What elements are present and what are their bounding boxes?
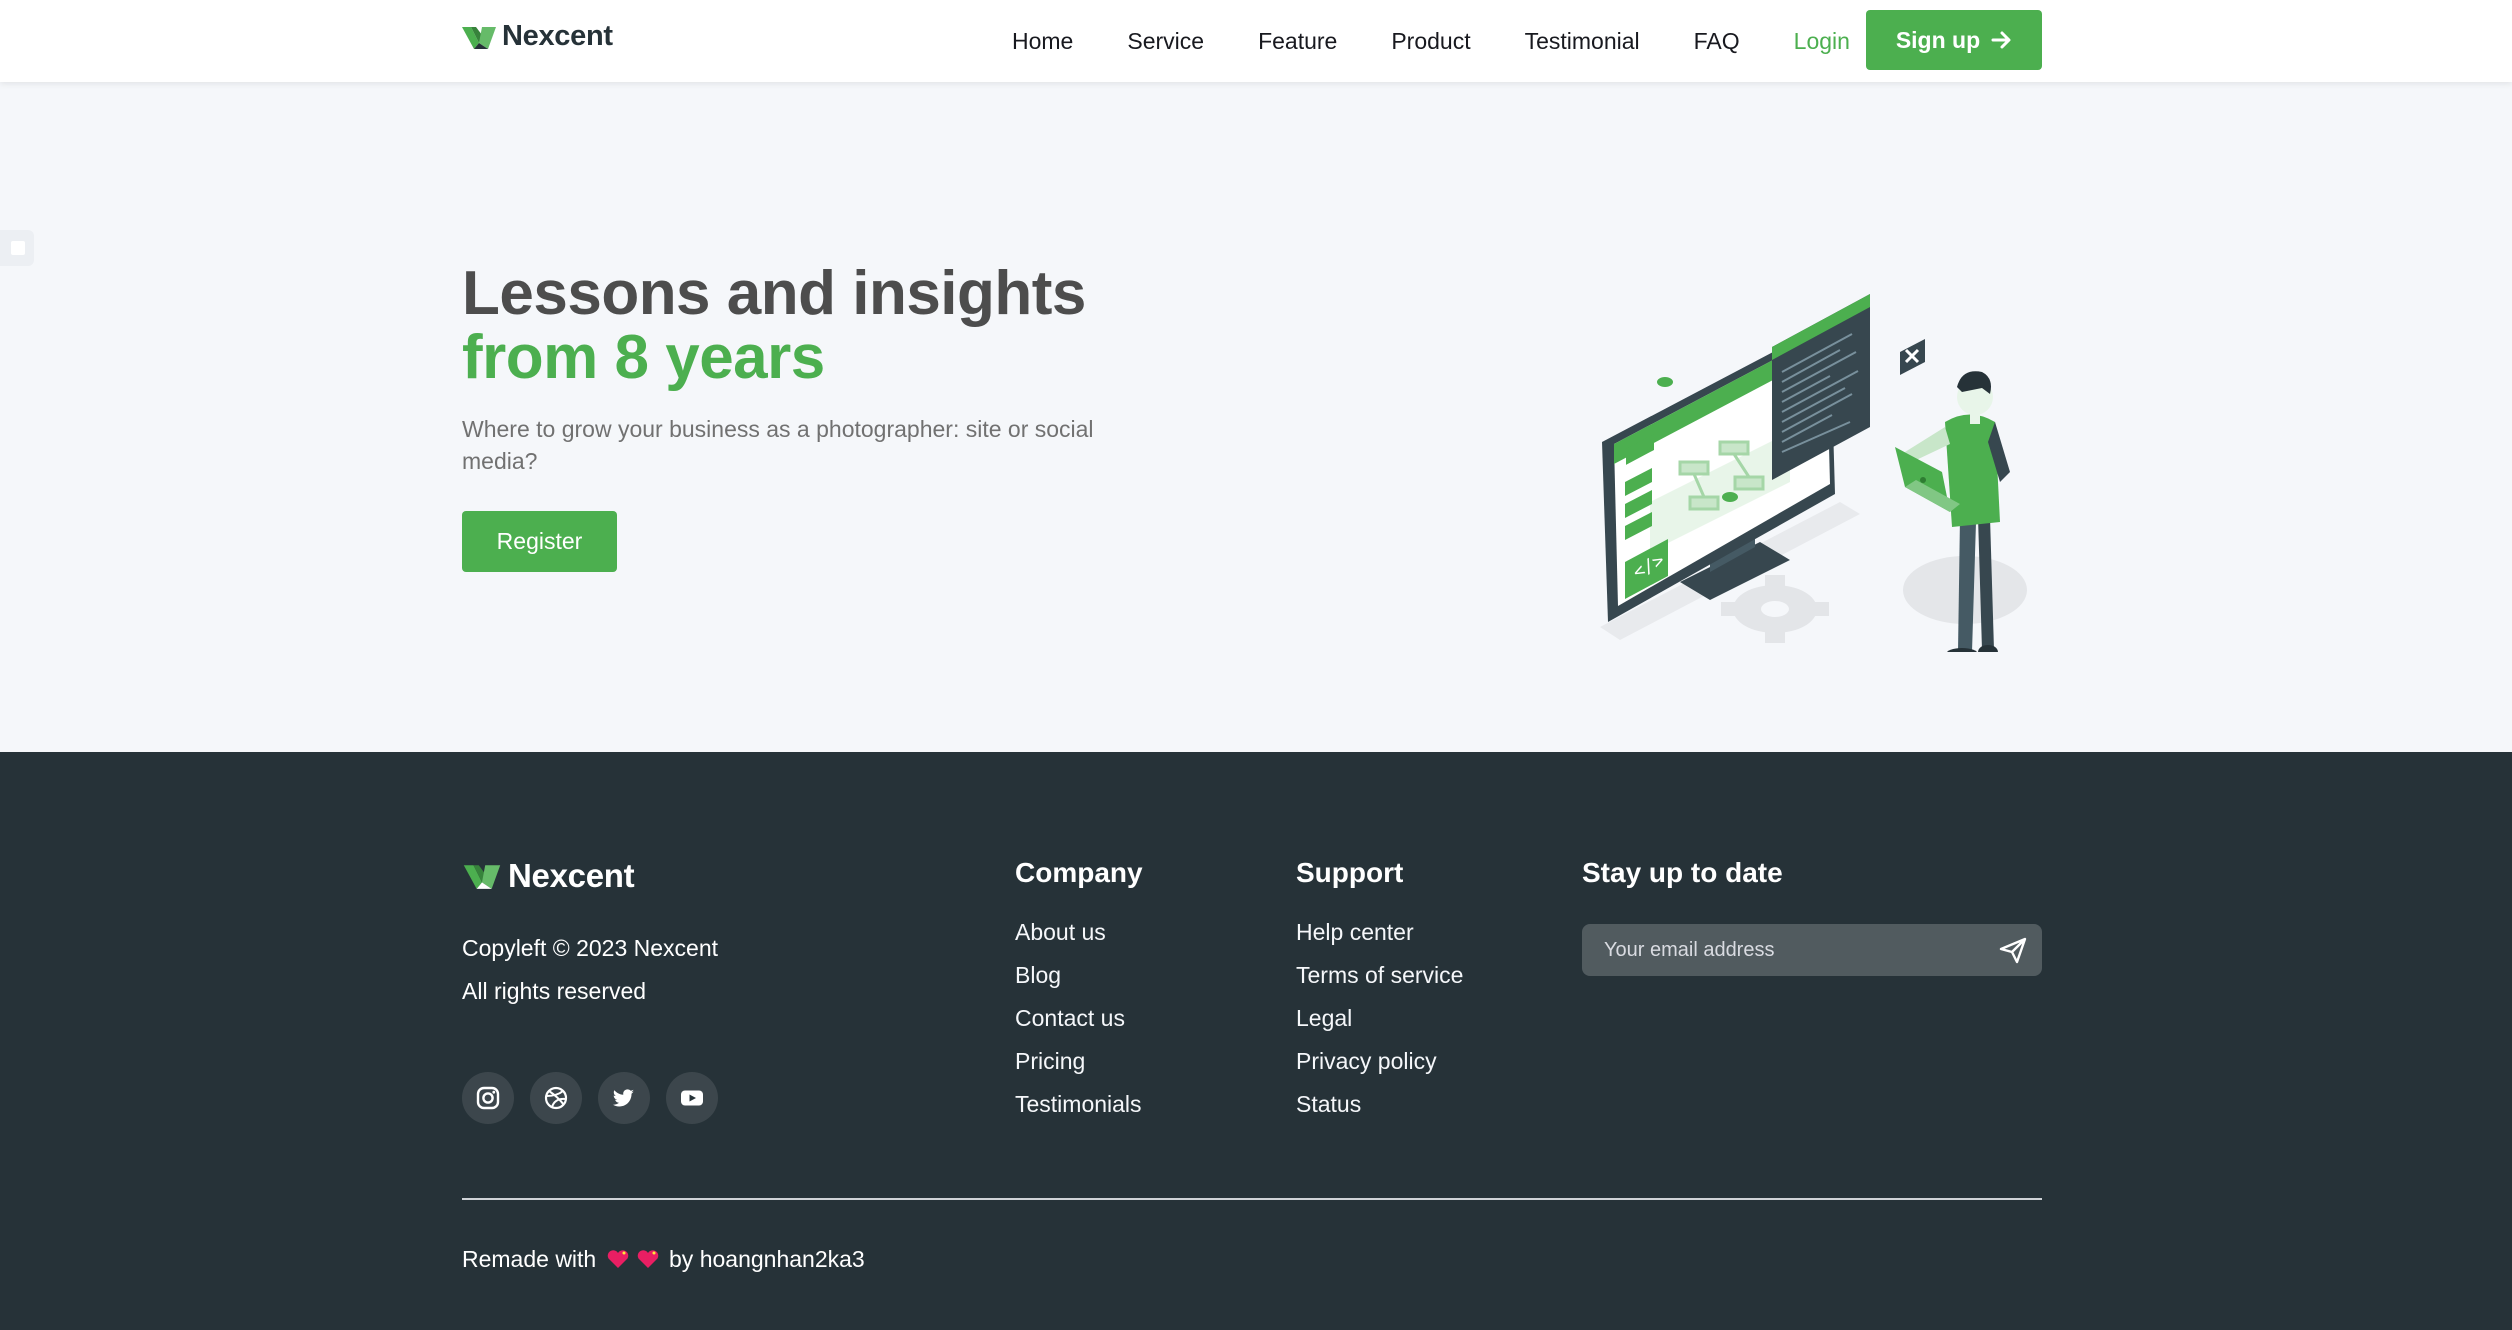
hero-title: Lessons and insights from 8 years xyxy=(462,262,1086,390)
main-nav: Home Service Feature Product Testimonial… xyxy=(993,0,1877,82)
remade-credit: Remade with by hoangnhan2ka3 xyxy=(462,1246,865,1273)
hero-section: Lessons and insights from 8 years Where … xyxy=(0,82,2512,752)
link-blog[interactable]: Blog xyxy=(1015,954,1143,997)
hero-subtitle: Where to grow your business as a photogr… xyxy=(462,416,1094,474)
email-input[interactable] xyxy=(1582,924,1982,976)
signup-button[interactable]: Sign up xyxy=(1866,10,2042,70)
site-footer: Nexcent Copyleft © 2023 Nexcent All righ… xyxy=(0,752,2512,1330)
hero-title-line1: Lessons and insights xyxy=(462,259,1086,328)
nav-feature[interactable]: Feature xyxy=(1258,28,1337,55)
brand-name: Nexcent xyxy=(502,20,613,52)
sparkling-heart-icon xyxy=(607,1250,628,1268)
remade-suffix: by hoangnhan2ka3 xyxy=(669,1246,865,1272)
developer-illustration: </> xyxy=(1600,294,2027,652)
sparkling-heart-icon xyxy=(637,1250,658,1268)
hero-title-line2: from 8 years xyxy=(462,323,825,392)
instagram-icon[interactable] xyxy=(462,1072,514,1124)
logo-icon xyxy=(462,26,496,49)
newsletter-form xyxy=(1582,924,2042,976)
nav-testimonial[interactable]: Testimonial xyxy=(1525,28,1640,55)
brand-logo[interactable]: Nexcent xyxy=(462,20,613,53)
footer-newsletter-column: Stay up to date xyxy=(1582,857,1783,911)
nav-home[interactable]: Home xyxy=(1012,28,1073,55)
send-icon[interactable] xyxy=(1998,936,2028,964)
link-testimonials[interactable]: Testimonials xyxy=(1015,1083,1143,1126)
arrow-right-icon xyxy=(1991,31,2011,49)
remade-prefix: Remade with xyxy=(462,1246,597,1272)
youtube-icon[interactable] xyxy=(666,1072,718,1124)
nav-product[interactable]: Product xyxy=(1391,28,1470,55)
link-terms-of-service[interactable]: Terms of service xyxy=(1296,954,1463,997)
link-help-center[interactable]: Help center xyxy=(1296,911,1463,954)
side-panel-handle[interactable] xyxy=(0,230,34,266)
footer-company-column: Company About us Blog Contact us Pricing… xyxy=(1015,857,1143,1126)
link-pricing[interactable]: Pricing xyxy=(1015,1040,1143,1083)
signup-label: Sign up xyxy=(1895,26,1981,53)
copyright-text: Copyleft © 2023 Nexcent xyxy=(462,935,719,961)
stay-heading: Stay up to date xyxy=(1582,857,1783,888)
footer-divider xyxy=(462,1198,2042,1200)
link-about-us[interactable]: About us xyxy=(1015,911,1143,954)
nav-service[interactable]: Service xyxy=(1127,28,1204,55)
dribbble-icon[interactable] xyxy=(530,1072,582,1124)
link-contact-us[interactable]: Contact us xyxy=(1015,997,1143,1040)
site-header: Nexcent Home Service Feature Product Tes… xyxy=(0,0,2512,82)
link-status[interactable]: Status xyxy=(1296,1083,1463,1126)
footer-brand-name: Nexcent xyxy=(508,857,635,894)
register-button[interactable]: Register xyxy=(462,511,617,572)
twitter-icon[interactable] xyxy=(598,1072,650,1124)
link-legal[interactable]: Legal xyxy=(1296,997,1463,1040)
login-link[interactable]: Login xyxy=(1794,28,1850,55)
footer-copyright-block: Copyleft © 2023 Nexcent All rights reser… xyxy=(462,927,718,1013)
logo-icon xyxy=(463,865,501,889)
footer-brand[interactable]: Nexcent xyxy=(462,857,635,895)
social-links xyxy=(462,1072,718,1124)
link-privacy-policy[interactable]: Privacy policy xyxy=(1296,1040,1463,1083)
support-heading: Support xyxy=(1296,857,1404,888)
company-heading: Company xyxy=(1015,857,1143,888)
footer-support-column: Support Help center Terms of service Leg… xyxy=(1296,857,1463,1126)
nav-faq[interactable]: FAQ xyxy=(1694,28,1740,55)
rights-text: All rights reserved xyxy=(462,978,647,1004)
